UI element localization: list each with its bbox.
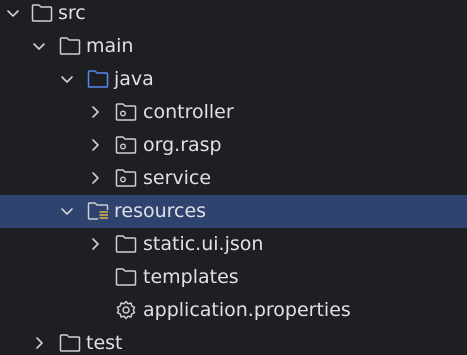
tree-item-label: static.ui.json xyxy=(143,233,264,255)
tree-item-src[interactable]: src xyxy=(0,0,467,30)
package-icon xyxy=(114,96,138,129)
folder-icon xyxy=(114,261,138,294)
chevron-down-icon[interactable] xyxy=(31,30,47,63)
tree-item-static-ui-json[interactable]: static.ui.json xyxy=(0,228,467,261)
source-root-folder-icon xyxy=(86,63,110,96)
chevron-down-icon[interactable] xyxy=(5,0,21,30)
folder-icon xyxy=(58,327,82,355)
tree-item-label: controller xyxy=(143,101,234,123)
tree-item-label: java xyxy=(114,68,154,90)
tree-item-org-rasp[interactable]: org.rasp xyxy=(0,129,467,162)
chevron-right-icon[interactable] xyxy=(87,228,103,261)
tree-item-test[interactable]: test xyxy=(0,327,467,355)
chevron-right-icon[interactable] xyxy=(87,96,103,129)
tree-item-application-properties[interactable]: application.properties xyxy=(0,294,467,327)
folder-icon xyxy=(30,0,54,30)
tree-item-label: resources xyxy=(114,200,207,222)
tree-item-templates[interactable]: templates xyxy=(0,261,467,294)
folder-icon xyxy=(114,228,138,261)
chevron-right-icon[interactable] xyxy=(87,129,103,162)
tree-item-java[interactable]: java xyxy=(0,63,467,96)
tree-item-label: templates xyxy=(143,266,239,288)
gear-icon xyxy=(114,294,138,327)
tree-item-label: service xyxy=(143,167,212,189)
chevron-right-icon[interactable] xyxy=(87,162,103,195)
chevron-down-icon[interactable] xyxy=(59,195,75,228)
tree-item-label: test xyxy=(86,332,123,354)
project-tree: src main java controller org.rasp servic… xyxy=(0,0,467,355)
folder-icon xyxy=(58,30,82,63)
package-icon xyxy=(114,162,138,195)
tree-item-main[interactable]: main xyxy=(0,30,467,63)
package-icon xyxy=(114,129,138,162)
tree-item-label: src xyxy=(58,2,86,24)
tree-item-label: application.properties xyxy=(143,299,351,321)
tree-item-resources[interactable]: resources xyxy=(0,195,467,228)
tree-item-service[interactable]: service xyxy=(0,162,467,195)
chevron-right-icon[interactable] xyxy=(31,327,47,355)
tree-item-controller[interactable]: controller xyxy=(0,96,467,129)
chevron-down-icon[interactable] xyxy=(59,63,75,96)
resources-root-folder-icon xyxy=(86,195,110,228)
tree-item-label: main xyxy=(86,35,134,57)
tree-item-label: org.rasp xyxy=(143,134,222,156)
